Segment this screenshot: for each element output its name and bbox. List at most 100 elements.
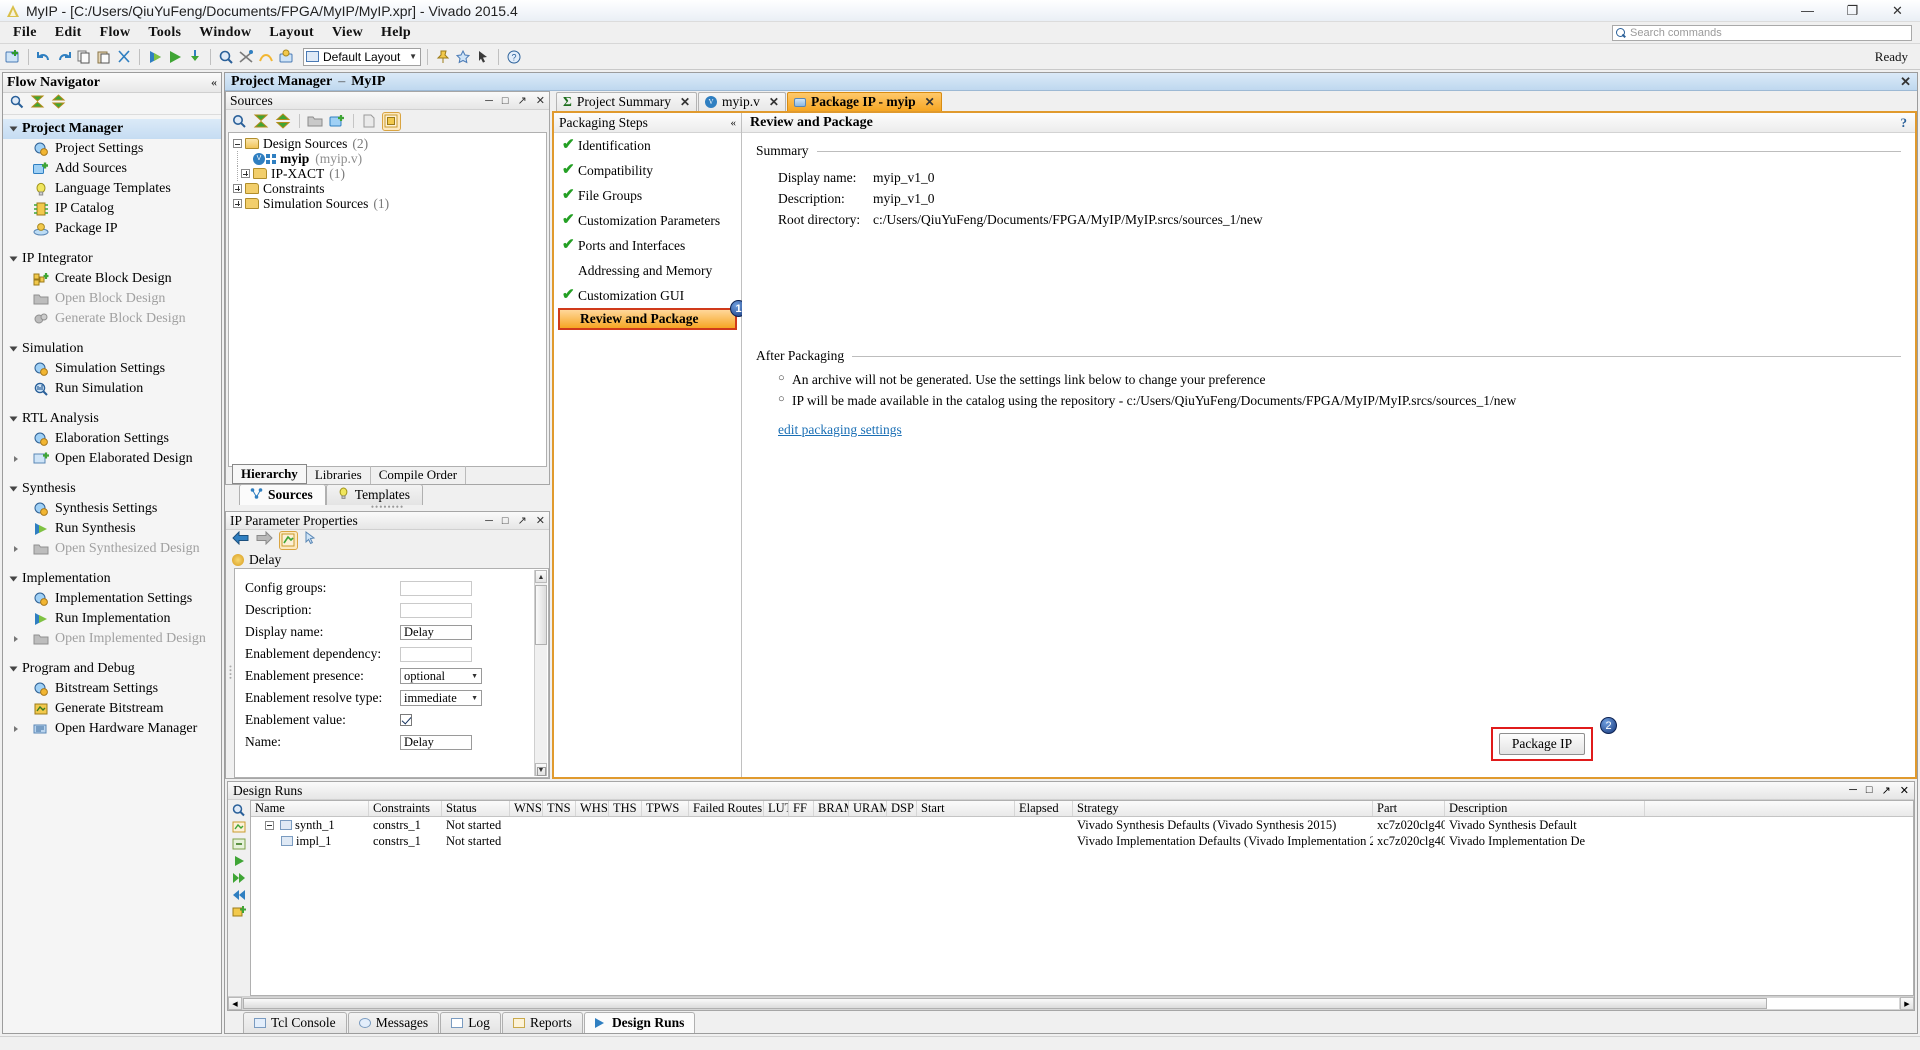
menu-layout[interactable]: Layout [260, 23, 323, 43]
fn-expand-all-icon[interactable] [51, 93, 66, 114]
ipp-field-input[interactable]: Delay [400, 624, 472, 640]
design-runs-column-header[interactable]: WHS [576, 801, 609, 816]
run-synthesis-icon[interactable] [146, 48, 164, 66]
search-design-icon[interactable] [217, 48, 235, 66]
runs-implementation-icon[interactable] [231, 837, 247, 851]
ipp-minimize-icon[interactable]: ─ [485, 515, 493, 527]
flow-nav-item-open-elaborated-design[interactable]: Open Elaborated Design [3, 449, 221, 469]
editor-tab-myip-v[interactable]: Vmyip.v ✕ [698, 92, 786, 111]
hscroll-left-icon[interactable]: ◀ [228, 997, 242, 1010]
flow-nav-item-generate-bitstream[interactable]: Generate Bitstream [3, 699, 221, 719]
ipp-forward-icon[interactable] [256, 530, 273, 550]
sources-minimize-icon[interactable]: ─ [485, 95, 493, 107]
menu-view[interactable]: View [323, 23, 372, 43]
close-button[interactable]: ✕ [1875, 0, 1920, 21]
sources-tree-row[interactable]: IP-XACT (1) [233, 166, 546, 181]
copy-icon[interactable] [75, 48, 93, 66]
flow-nav-group-implementation[interactable]: Implementation [3, 569, 221, 589]
pin-icon[interactable] [434, 48, 452, 66]
packaging-step-customization-parameters[interactable]: ✔ Customization Parameters [554, 208, 741, 233]
sources-dock-grip[interactable]: •••••••• [225, 502, 550, 512]
sources-float-icon[interactable]: ↗ [518, 94, 527, 107]
dock-tab-sources[interactable]: Sources [239, 484, 326, 505]
design-runs-column-header[interactable]: TNS [543, 801, 576, 816]
ipp-field-input[interactable] [400, 646, 472, 662]
menu-flow[interactable]: Flow [91, 23, 140, 43]
runs-run-icon[interactable] [231, 854, 247, 868]
design-runs-column-header[interactable]: Failed Routes [689, 801, 764, 816]
ipp-field-input[interactable] [400, 602, 472, 618]
flow-nav-item-open-hardware-manager[interactable]: Open Hardware Manager [3, 719, 221, 739]
generate-bitstream-icon[interactable] [186, 48, 204, 66]
tree-expand-icon[interactable] [241, 169, 250, 178]
design-runs-maximize-icon[interactable]: □ [1866, 784, 1873, 797]
packaging-step-ports-and-interfaces[interactable]: ✔ Ports and Interfaces [554, 233, 741, 258]
sources-hierarchy-icon[interactable] [382, 111, 401, 131]
packaging-step-addressing-and-memory[interactable]: Addressing and Memory [554, 258, 741, 283]
layout-select[interactable]: Default Layout ▼ [303, 47, 421, 66]
tree-expand-icon[interactable] [233, 199, 242, 208]
packaging-step-review-and-package[interactable]: Review and Package 1 [558, 300, 747, 330]
menu-help[interactable]: Help [372, 23, 420, 43]
bottom-tab-reports[interactable]: Reports [501, 1012, 583, 1033]
design-runs-column-header[interactable]: THS [609, 801, 642, 816]
ipp-field-select[interactable]: optional ▼ [400, 668, 482, 684]
close-icon[interactable]: ✕ [769, 95, 779, 110]
ipp-select-icon[interactable] [304, 530, 318, 551]
sources-expand-all-icon[interactable] [275, 112, 292, 130]
ipp-field-input[interactable] [400, 580, 472, 596]
design-runs-row[interactable]: synth_1 constrs_1 Not started Vivado Synthe… [251, 817, 1913, 833]
undo-icon[interactable] [35, 48, 53, 66]
new-project-icon[interactable] [4, 48, 22, 66]
ipp-scrollbar[interactable]: ▲ ▼ [534, 570, 547, 776]
sources-tree-row[interactable]: Simulation Sources (1) [233, 196, 546, 211]
design-runs-column-header[interactable]: DSP [887, 801, 917, 816]
redo-icon[interactable] [55, 48, 73, 66]
runs-reset-icon[interactable] [231, 888, 247, 902]
design-runs-column-header[interactable]: TPWS [642, 801, 689, 816]
expand-arrow-icon[interactable] [14, 726, 18, 732]
editor-tab-project-summary[interactable]: Σ Project Summary ✕ [556, 92, 698, 111]
sources-tree[interactable]: Design Sources (2) Vmyip (myip.v) IP-XACT (1)… [228, 132, 547, 467]
close-icon[interactable]: ✕ [925, 95, 935, 110]
flow-nav-item-package-ip[interactable]: Package IP [3, 219, 221, 239]
close-icon[interactable]: ✕ [680, 95, 690, 110]
packaging-step-file-groups[interactable]: ✔ File Groups [554, 183, 741, 208]
sources-maximize-icon[interactable]: □ [502, 95, 509, 107]
package-ip-icon[interactable] [277, 48, 295, 66]
ipp-field-checkbox[interactable] [400, 714, 412, 726]
flow-nav-item-run-synthesis[interactable]: Run Synthesis [3, 519, 221, 539]
design-runs-column-header[interactable]: Start [917, 801, 1015, 816]
sources-close-icon[interactable]: ✕ [536, 94, 545, 107]
design-runs-column-header[interactable]: WNS [510, 801, 543, 816]
report-utilization-icon[interactable] [237, 48, 255, 66]
menu-tools[interactable]: Tools [139, 23, 190, 43]
flow-nav-item-language-templates[interactable]: Language Templates [3, 179, 221, 199]
tree-expand-icon[interactable] [233, 184, 242, 193]
project-manager-close-icon[interactable]: ✕ [1900, 74, 1911, 90]
flow-nav-group-rtl-analysis[interactable]: RTL Analysis [3, 409, 221, 429]
marker-icon[interactable] [454, 48, 472, 66]
ipp-back-icon[interactable] [232, 530, 249, 550]
design-runs-row[interactable]: impl_1 constrs_1 Not started Vivado Impleme… [251, 833, 1913, 849]
design-runs-column-header[interactable]: Elapsed [1015, 801, 1073, 816]
hscroll-right-icon[interactable]: ▶ [1900, 997, 1914, 1010]
flow-nav-item-ip-catalog[interactable]: IP Catalog [3, 199, 221, 219]
design-runs-column-header[interactable]: Part [1373, 801, 1445, 816]
design-runs-column-header[interactable]: Name [251, 801, 369, 816]
menu-window[interactable]: Window [190, 23, 260, 43]
bottom-tab-messages[interactable]: Messages [347, 1012, 440, 1033]
packaging-step-customization-gui[interactable]: ✔ Customization GUI [554, 283, 741, 308]
search-commands-input[interactable]: Search commands [1612, 24, 1912, 41]
design-runs-column-header[interactable]: Description [1445, 801, 1645, 816]
minimize-button[interactable]: — [1785, 0, 1830, 21]
sources-search-icon[interactable] [231, 113, 248, 130]
flow-nav-group-project-manager[interactable]: Project Manager [3, 119, 221, 139]
sources-filter-tab-hierarchy[interactable]: Hierarchy [232, 464, 307, 484]
design-runs-column-header[interactable]: BRAM [814, 801, 849, 816]
menu-edit[interactable]: Edit [46, 23, 91, 43]
flow-nav-item-project-settings[interactable]: Project Settings [3, 139, 221, 159]
help-icon[interactable]: ? [1901, 115, 1908, 131]
collapse-icon[interactable]: « [211, 75, 217, 90]
ipp-float-icon[interactable]: ↗ [518, 514, 527, 527]
